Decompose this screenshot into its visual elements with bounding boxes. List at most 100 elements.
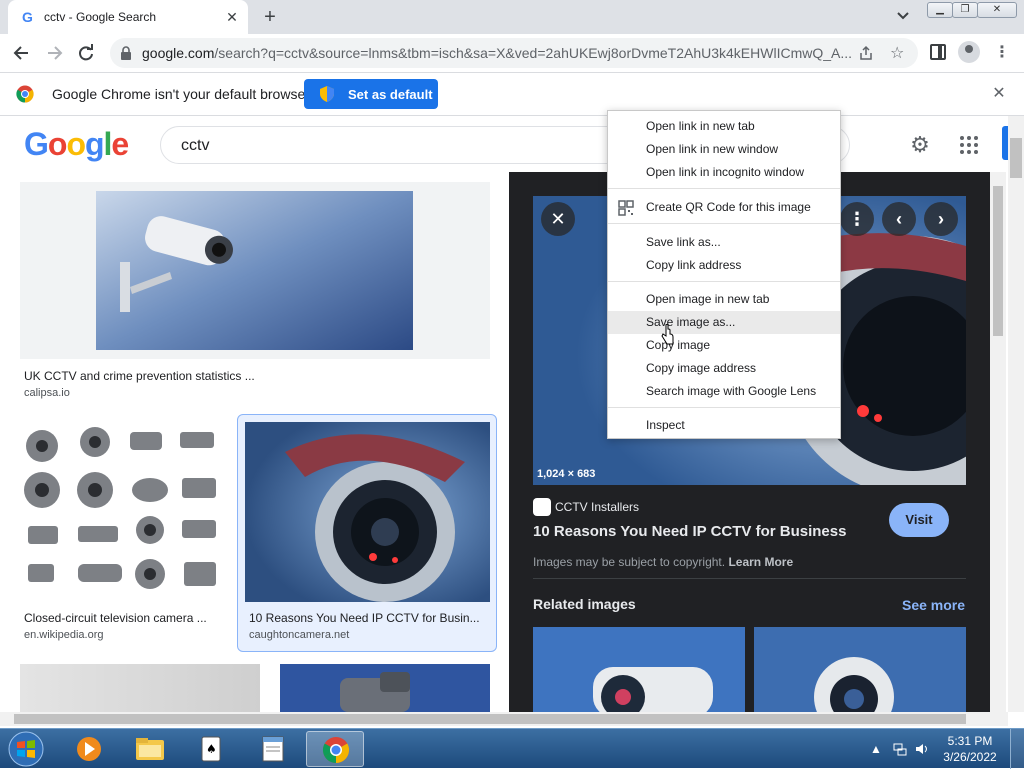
menu-item-copy-image[interactable]: Copy image: [608, 334, 840, 357]
visit-button[interactable]: Visit: [889, 503, 949, 537]
see-more-link[interactable]: See more: [902, 597, 965, 613]
menu-item-copy-link-address[interactable]: Copy link address: [608, 254, 840, 277]
tab-close-icon[interactable]: ✕: [224, 9, 240, 25]
menu-item-open-link-incognito[interactable]: Open link in incognito window: [608, 161, 840, 184]
lock-icon[interactable]: [120, 46, 132, 60]
menu-item-search-google-lens[interactable]: Search image with Google Lens: [608, 380, 840, 403]
learn-more-link[interactable]: Learn More: [728, 555, 793, 569]
address-bar[interactable]: google.com/search?q=cctv&source=lnms&tbm…: [110, 38, 918, 68]
browser-toolbar: google.com/search?q=cctv&source=lnms&tbm…: [0, 34, 1024, 72]
menu-separator: [608, 188, 840, 189]
result-thumbnail[interactable]: [245, 422, 490, 602]
back-button[interactable]: [10, 42, 34, 64]
scrollbar-thumb[interactable]: [1010, 138, 1022, 178]
bookmark-star-icon[interactable]: ☆: [890, 43, 904, 63]
mouse-cursor-icon: [661, 324, 674, 345]
menu-item-save-link-as[interactable]: Save link as...: [608, 231, 840, 254]
preview-source-name[interactable]: CCTV Installers: [555, 500, 639, 514]
taskbar-explorer-icon[interactable]: [121, 731, 179, 767]
shield-icon: [320, 86, 334, 102]
taskbar-notepad-icon[interactable]: [244, 731, 302, 767]
previous-image-icon[interactable]: ‹: [882, 202, 916, 236]
new-tab-button[interactable]: +: [259, 6, 281, 28]
infobar-message: Google Chrome isn't your default browser: [52, 86, 310, 102]
tab-title: cctv - Google Search: [44, 10, 157, 24]
restore-button[interactable]: ❐: [952, 2, 978, 18]
reload-button[interactable]: [74, 42, 98, 64]
related-image[interactable]: [754, 627, 966, 712]
google-logo[interactable]: Google: [24, 126, 129, 163]
chrome-menu-icon[interactable]: ⋮: [994, 44, 1010, 62]
image-result-card[interactable]: [280, 664, 490, 712]
source-favicon-icon: [533, 498, 551, 516]
show-hidden-icons-icon[interactable]: ▲: [868, 741, 884, 757]
taskbar-solitaire-icon[interactable]: ♠: [182, 731, 240, 767]
taskbar-media-player-icon[interactable]: [60, 731, 118, 767]
taskbar-clock[interactable]: 5:31 PM 3/26/2022: [938, 733, 1002, 765]
scrollbar-thumb[interactable]: [14, 714, 966, 724]
tab-strip: G cctv - Google Search ✕ + ▁ ❐ ✕: [0, 0, 1024, 34]
result-caption[interactable]: Closed-circuit television camera ...: [24, 611, 207, 625]
result-thumbnail[interactable]: [20, 422, 225, 602]
menu-item-open-link-new-window[interactable]: Open link in new window: [608, 138, 840, 161]
profile-avatar-icon[interactable]: [958, 41, 980, 63]
result-caption[interactable]: UK CCTV and crime prevention statistics …: [24, 369, 255, 383]
page-vertical-scrollbar[interactable]: [1008, 116, 1024, 712]
menu-separator: [608, 223, 840, 224]
clock-time: 5:31 PM: [947, 734, 993, 748]
infobar-close-icon[interactable]: ✕: [990, 85, 1008, 103]
result-source[interactable]: caughtoncamera.net: [249, 629, 349, 641]
menu-item-create-qr-code[interactable]: Create QR Code for this image: [608, 196, 840, 219]
svg-text:♠: ♠: [206, 742, 217, 756]
preview-scrollbar[interactable]: [990, 172, 1006, 712]
minimize-button[interactable]: ▁: [927, 2, 953, 18]
divider: [533, 578, 966, 579]
chrome-logo-icon: [16, 85, 34, 103]
result-thumbnail[interactable]: [280, 664, 490, 712]
menu-item-open-image-new-tab[interactable]: Open image in new tab: [608, 288, 840, 311]
forward-button[interactable]: [42, 42, 66, 64]
result-caption[interactable]: 10 Reasons You Need IP CCTV for Busin...: [249, 611, 480, 625]
default-browser-infobar: Google Chrome isn't your default browser…: [0, 72, 1024, 116]
side-panel-icon[interactable]: [930, 44, 946, 60]
taskbar-chrome-icon[interactable]: [306, 731, 364, 767]
url-text[interactable]: google.com/search?q=cctv&source=lnms&tbm…: [142, 45, 852, 61]
menu-item-inspect[interactable]: Inspect: [608, 414, 840, 437]
image-result-card[interactable]: [20, 664, 260, 712]
horizontal-scrollbar[interactable]: [0, 712, 1008, 726]
search-results-page: Google cctv ⚙ UK CCTV and crime preventi…: [0, 116, 1008, 712]
close-preview-icon[interactable]: ✕: [541, 202, 575, 236]
set-as-default-label: Set as default: [348, 87, 433, 102]
window-close-button[interactable]: ✕: [977, 2, 1017, 18]
settings-gear-icon[interactable]: ⚙: [908, 133, 932, 157]
volume-icon[interactable]: [914, 741, 930, 757]
menu-item-copy-image-address[interactable]: Copy image address: [608, 357, 840, 380]
search-query[interactable]: cctv: [181, 137, 209, 155]
related-image[interactable]: [533, 627, 745, 712]
image-result-card[interactable]: Closed-circuit television camera ... en.…: [20, 422, 230, 647]
image-result-card[interactable]: UK CCTV and crime prevention statistics …: [20, 182, 490, 402]
start-button[interactable]: [6, 730, 46, 768]
qr-code-icon: [618, 200, 634, 216]
preview-title[interactable]: 10 Reasons You Need IP CCTV for Business: [533, 523, 846, 540]
image-dimensions: 1,024 × 683: [537, 468, 596, 480]
next-image-icon[interactable]: ›: [924, 202, 958, 236]
show-desktop-button[interactable]: [1010, 729, 1024, 769]
scrollbar-thumb[interactable]: [993, 186, 1003, 336]
result-source[interactable]: en.wikipedia.org: [24, 629, 104, 641]
result-thumbnail[interactable]: [20, 182, 490, 359]
tab-google-search[interactable]: G cctv - Google Search ✕: [8, 0, 248, 34]
result-thumbnail[interactable]: [20, 664, 260, 712]
apps-grid-icon[interactable]: [960, 136, 978, 154]
set-as-default-button[interactable]: Set as default: [304, 79, 438, 109]
image-result-card-selected[interactable]: 10 Reasons You Need IP CCTV for Busin...…: [237, 414, 497, 652]
menu-item-save-image-as[interactable]: Save image as...: [608, 311, 840, 334]
network-icon[interactable]: [892, 741, 908, 757]
menu-item-open-link-new-tab[interactable]: Open link in new tab: [608, 115, 840, 138]
share-icon[interactable]: [858, 45, 874, 61]
menu-separator: [608, 407, 840, 408]
result-source[interactable]: calipsa.io: [24, 387, 70, 399]
tab-search-icon[interactable]: [896, 8, 914, 26]
copyright-notice: Images may be subject to copyright. Lear…: [533, 555, 794, 569]
more-options-icon[interactable]: ⋮: [840, 202, 874, 236]
